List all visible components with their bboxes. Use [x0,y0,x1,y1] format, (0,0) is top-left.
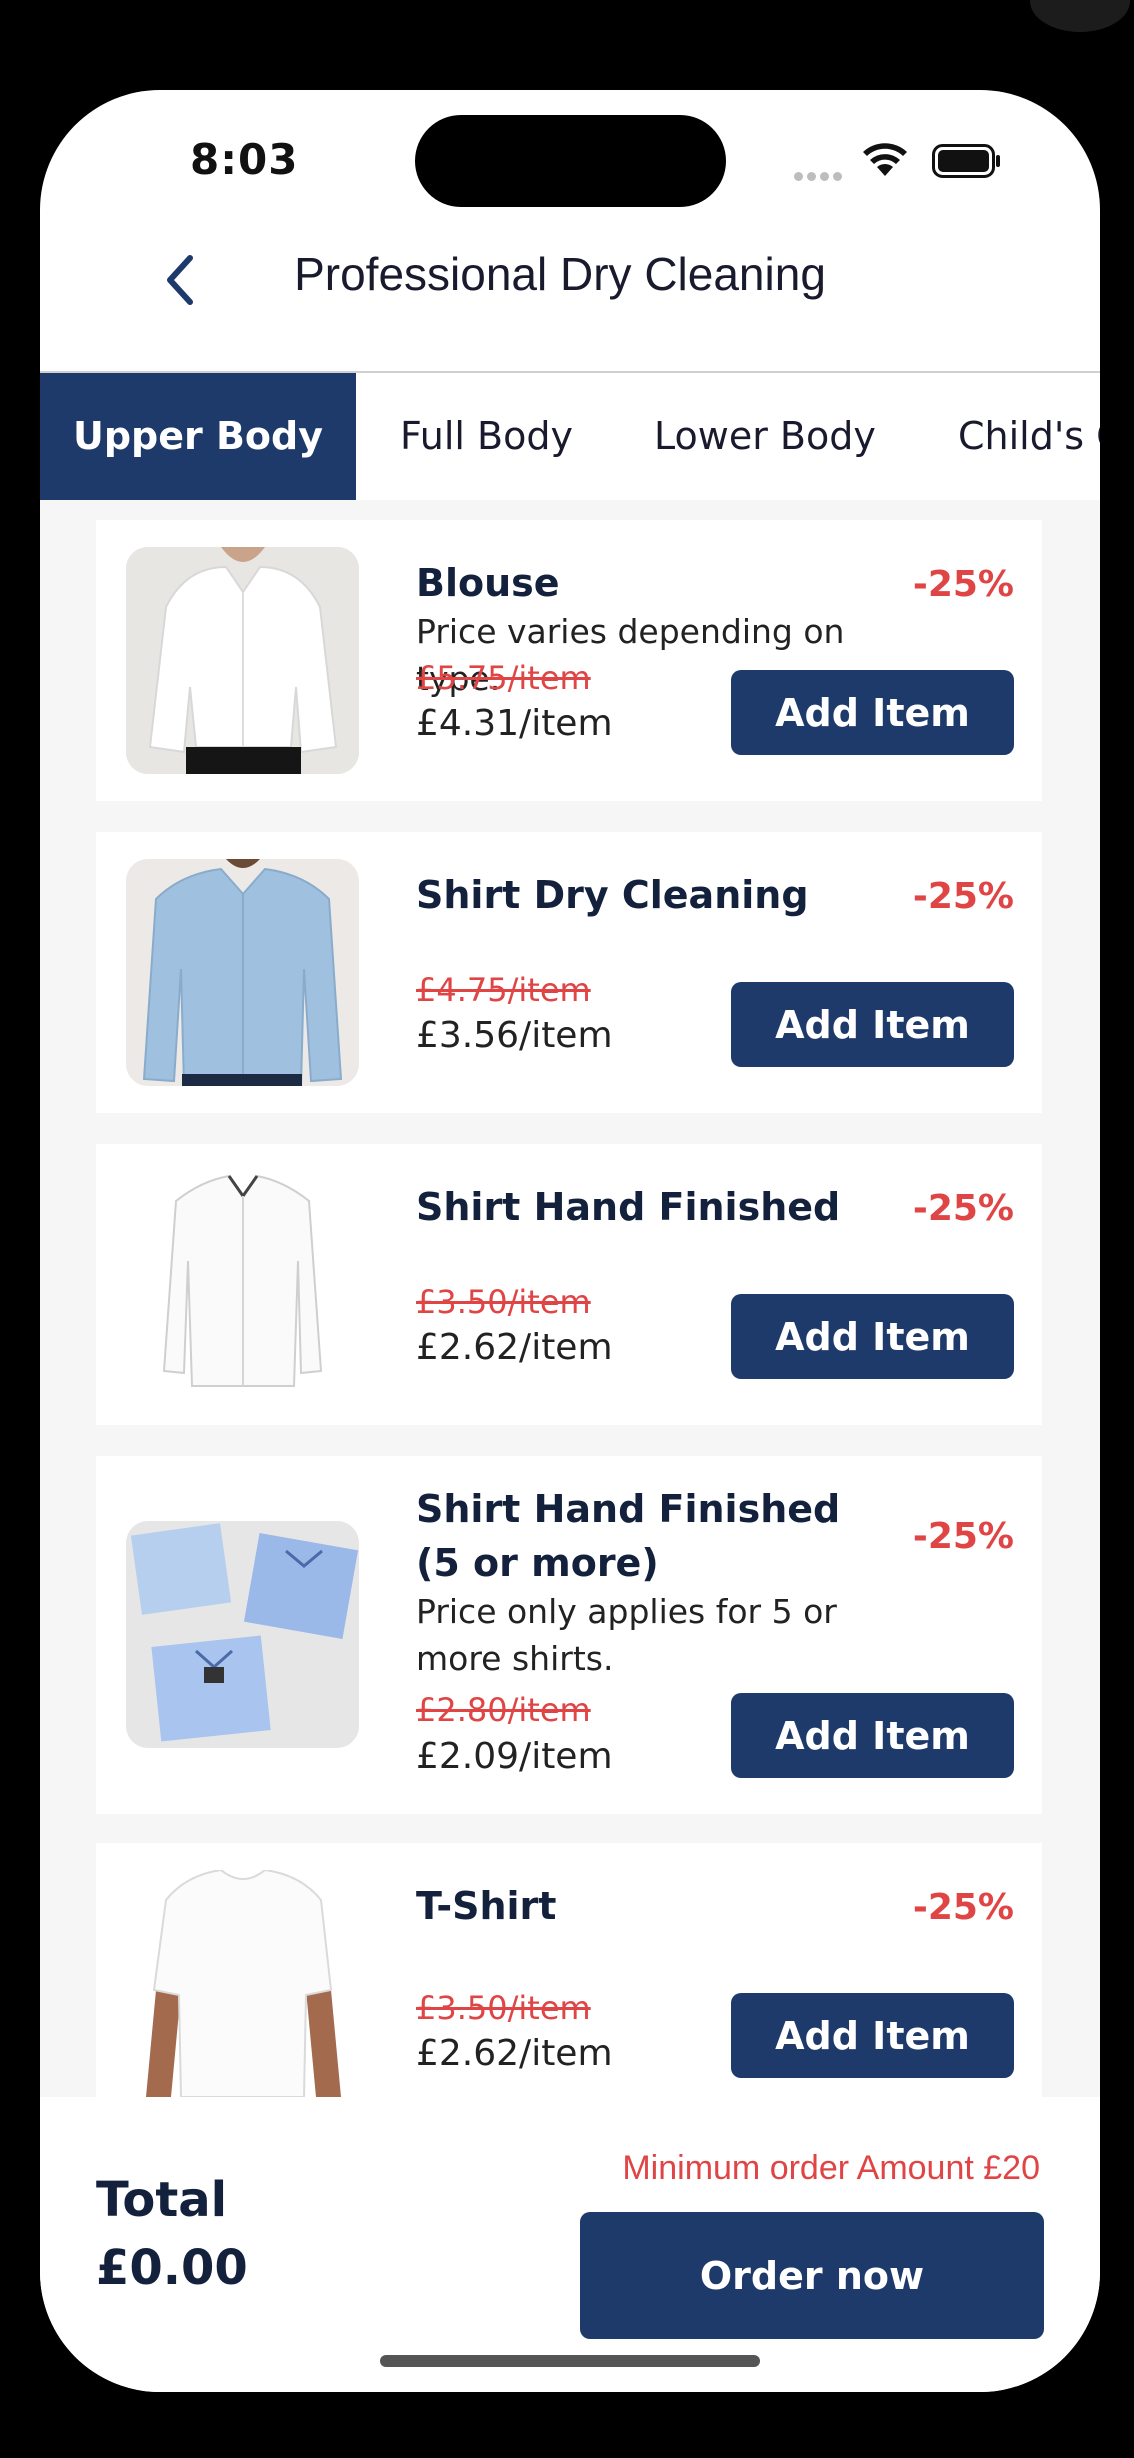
folded-shirts-image [126,1521,359,1748]
original-price: £4.75/item [416,971,591,1009]
category-tabs: Upper Body Full Body Lower Body Child's … [40,373,1100,500]
minimum-order-note: Minimum order Amount £20 [622,2149,1040,2187]
list-item: T-Shirt -25% £3.50/item £2.62/item Add I… [96,1843,1042,2097]
list-item: Shirt Hand Finished (5 or more) -25% Pri… [96,1456,1042,1814]
discount-badge: -25% [912,876,1014,917]
original-price: £3.50/item [416,1283,591,1321]
t-shirt-image [126,1870,359,2097]
item-name: Blouse [416,561,560,605]
item-description: Price only applies for 5 or more shirts. [416,1592,837,1678]
corner-decoration [1030,0,1130,32]
tab-full-body[interactable]: Full Body [400,373,573,500]
item-name: Shirt Hand Finished [416,1185,841,1229]
tab-lower-body[interactable]: Lower Body [654,373,876,500]
wifi-icon [863,143,907,176]
discounted-price: £2.62/item [416,2033,613,2074]
total-label: Total [96,2172,228,2228]
list-item: Shirt Hand Finished -25% £3.50/item £2.6… [96,1144,1042,1425]
tab-upper-body[interactable]: Upper Body [40,373,356,500]
phone-screen: 8:03 Professional Dry Cleaning Upper Bod… [40,90,1100,2392]
discounted-price: £3.56/item [416,1015,613,1056]
list-item: Blouse -25% Price varies depending on ty… [96,520,1042,801]
dynamic-island [415,115,726,207]
discounted-price: £4.31/item [416,703,613,744]
item-list: Blouse -25% Price varies depending on ty… [40,500,1100,2097]
blouse-image [126,547,359,774]
original-price: £3.50/item [416,1989,591,2027]
add-item-button[interactable]: Add Item [731,1693,1014,1778]
tab-childs[interactable]: Child's C [958,373,1100,500]
order-now-button[interactable]: Order now [580,2212,1044,2339]
list-item: Shirt Dry Cleaning -25% £4.75/item £3.56… [96,832,1042,1113]
cellular-signal-icon [794,166,850,181]
home-indicator[interactable] [380,2355,760,2367]
add-item-button[interactable]: Add Item [731,1993,1014,2078]
white-shirt-image [126,1171,359,1398]
original-price: £5.75/item [416,659,591,697]
item-name: Shirt Hand Finished (5 or more) [416,1487,841,1585]
discounted-price: £2.62/item [416,1327,613,1368]
original-price: £2.80/item [416,1691,591,1729]
status-time: 8:03 [190,135,299,184]
total-value: £0.00 [96,2240,248,2296]
item-name: T-Shirt [416,1884,557,1928]
page-title: Professional Dry Cleaning [294,248,826,300]
discount-badge: -25% [912,1188,1014,1229]
item-name: Shirt Dry Cleaning [416,873,809,917]
order-footer: Total £0.00 Minimum order Amount £20 Ord… [40,2097,1100,2392]
battery-icon [932,144,1000,178]
add-item-button[interactable]: Add Item [731,982,1014,1067]
blue-shirt-image [126,859,359,1086]
discounted-price: £2.09/item [416,1736,613,1777]
discount-badge: -25% [912,1516,1014,1557]
add-item-button[interactable]: Add Item [731,1294,1014,1379]
discount-badge: -25% [912,564,1014,605]
discount-badge: -25% [912,1887,1014,1928]
add-item-button[interactable]: Add Item [731,670,1014,755]
